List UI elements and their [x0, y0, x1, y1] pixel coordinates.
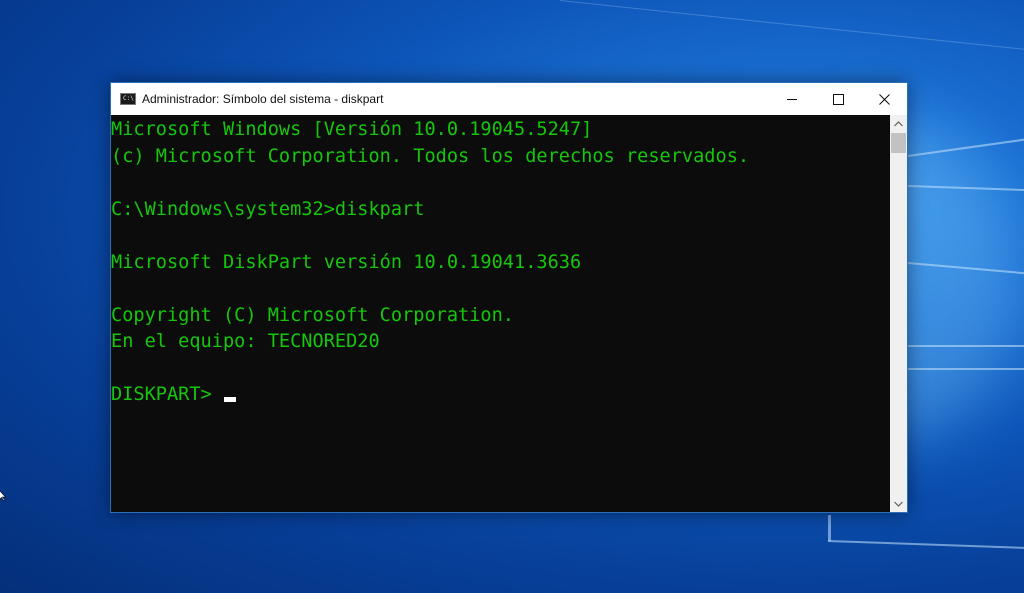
console-line: Microsoft DiskPart versión 10.0.19041.36…	[111, 251, 582, 273]
light-ray	[559, 0, 1024, 51]
chevron-down-icon	[894, 501, 903, 507]
maximize-icon	[832, 93, 844, 105]
diskpart-prompt: DISKPART>	[111, 384, 223, 405]
text-cursor	[223, 397, 236, 402]
maximize-button[interactable]	[815, 83, 861, 115]
scroll-down-button[interactable]	[890, 495, 907, 512]
console-line: En el equipo: TECNORED20	[111, 331, 380, 352]
close-button[interactable]	[861, 83, 907, 115]
light-ray	[827, 540, 1024, 549]
window-controls	[769, 83, 907, 115]
scrollbar-thumb[interactable]	[891, 133, 906, 153]
minimize-button[interactable]	[769, 83, 815, 115]
command-prompt-window[interactable]: C:\ Administrador: Símbolo del sistema -…	[110, 82, 908, 513]
cmd-icon[interactable]: C:\	[120, 93, 136, 105]
vertical-scrollbar[interactable]	[890, 115, 907, 512]
minimize-icon	[786, 98, 797, 100]
chevron-up-icon	[894, 120, 903, 126]
mouse-pointer-icon	[0, 488, 7, 507]
console-line: C:\Windows\system32>diskpart	[111, 198, 425, 220]
console-output[interactable]: Microsoft Windows [Versión 10.0.19045.52…	[111, 115, 891, 512]
close-icon	[878, 93, 890, 105]
window-title: Administrador: Símbolo del sistema - dis…	[142, 92, 384, 106]
title-bar[interactable]: C:\ Administrador: Símbolo del sistema -…	[111, 83, 907, 115]
light-ray	[828, 515, 831, 541]
scroll-up-button[interactable]	[890, 115, 907, 132]
light-ray	[908, 345, 1024, 347]
console-line: (c) Microsoft Corporation. Todos los der…	[111, 145, 750, 167]
console-line: Microsoft Windows [Versión 10.0.19045.52…	[111, 119, 593, 140]
prompt-line[interactable]: DISKPART>	[111, 382, 891, 409]
console-line: Copyright (C) Microsoft Corporation.	[111, 304, 514, 326]
light-ray	[908, 368, 1024, 370]
